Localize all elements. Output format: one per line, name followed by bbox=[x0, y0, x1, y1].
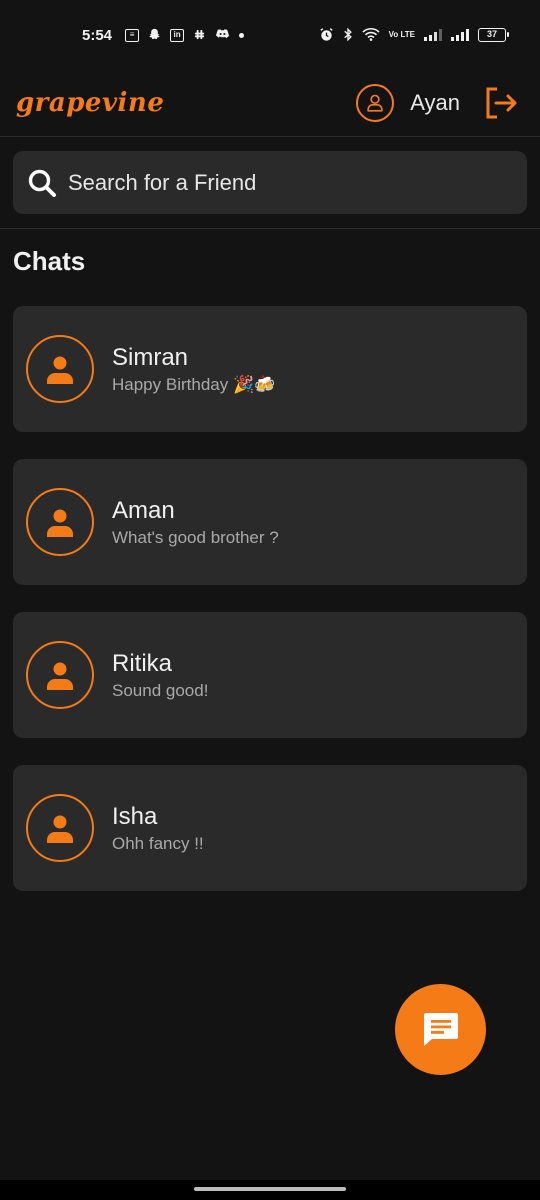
app-logo: grapevine bbox=[16, 88, 165, 118]
chat-item[interactable]: Ritika Sound good! bbox=[13, 612, 527, 738]
chat-last-message: Sound good! bbox=[112, 681, 209, 700]
app-header: grapevine Ayan bbox=[0, 70, 540, 137]
chat-text: Isha Ohh fancy !! bbox=[112, 802, 204, 854]
user-icon bbox=[47, 662, 73, 690]
news-icon: ≡ bbox=[125, 28, 140, 42]
alarm-icon bbox=[319, 27, 334, 44]
home-gesture-handle[interactable] bbox=[194, 1187, 346, 1191]
chat-name: Simran bbox=[112, 344, 189, 371]
avatar bbox=[26, 641, 94, 709]
slack-icon bbox=[193, 28, 206, 43]
header-actions: Ayan bbox=[356, 84, 518, 122]
user-outline-icon bbox=[367, 94, 383, 112]
chat-item[interactable]: Aman What's good brother ? bbox=[13, 459, 527, 585]
signal-icon bbox=[451, 29, 469, 41]
chat-text: Aman What's good brother ? bbox=[112, 496, 279, 548]
status-bar-left: 5:54 ≡ in bbox=[82, 26, 245, 44]
chat-last-message: Happy Birthday 🎉🍻 bbox=[112, 375, 276, 394]
logout-icon bbox=[486, 87, 517, 119]
chat-name: Isha bbox=[112, 803, 158, 830]
system-nav-bar bbox=[0, 1180, 540, 1200]
chat-last-message: What's good brother ? bbox=[112, 528, 279, 547]
battery-icon: 37 bbox=[478, 28, 509, 42]
dot-icon bbox=[239, 32, 245, 38]
new-chat-button[interactable] bbox=[395, 984, 486, 1075]
signal-icon bbox=[424, 29, 442, 41]
linkedin-icon: in bbox=[170, 28, 185, 42]
chat-list: Simran Happy Birthday 🎉🍻 Aman What's goo… bbox=[13, 306, 527, 918]
status-bar: 5:54 ≡ in Vo LTE 37 bbox=[0, 0, 540, 70]
discord-icon bbox=[215, 28, 230, 42]
wifi-icon bbox=[362, 27, 380, 43]
search-bar[interactable] bbox=[13, 151, 527, 214]
chat-text: Ritika Sound good! bbox=[112, 649, 208, 701]
chat-last-message: Ohh fancy !! bbox=[112, 834, 204, 853]
avatar bbox=[26, 488, 94, 556]
avatar bbox=[26, 335, 94, 403]
chat-text: Simran Happy Birthday 🎉🍻 bbox=[112, 343, 275, 395]
message-icon bbox=[423, 1012, 458, 1046]
avatar bbox=[26, 794, 94, 862]
section-title-chats: Chats bbox=[13, 246, 86, 276]
search-icon bbox=[27, 168, 57, 198]
volte-icon: Vo LTE bbox=[388, 30, 415, 39]
divider bbox=[0, 228, 540, 229]
profile-button[interactable] bbox=[356, 84, 395, 122]
status-bar-right: Vo LTE 37 bbox=[319, 27, 509, 44]
chat-name: Ritika bbox=[112, 650, 173, 677]
user-icon bbox=[47, 356, 73, 384]
search-input[interactable] bbox=[68, 169, 513, 196]
chat-item[interactable]: Simran Happy Birthday 🎉🍻 bbox=[13, 306, 527, 432]
user-icon bbox=[47, 815, 73, 843]
status-time: 5:54 bbox=[82, 26, 113, 44]
logout-button[interactable] bbox=[484, 86, 518, 120]
bluetooth-icon bbox=[343, 27, 353, 44]
chat-item[interactable]: Isha Ohh fancy !! bbox=[13, 765, 527, 891]
chat-name: Aman bbox=[112, 497, 175, 524]
current-user-name: Ayan bbox=[410, 90, 460, 115]
user-icon bbox=[47, 509, 73, 537]
snapchat-icon bbox=[148, 28, 161, 43]
